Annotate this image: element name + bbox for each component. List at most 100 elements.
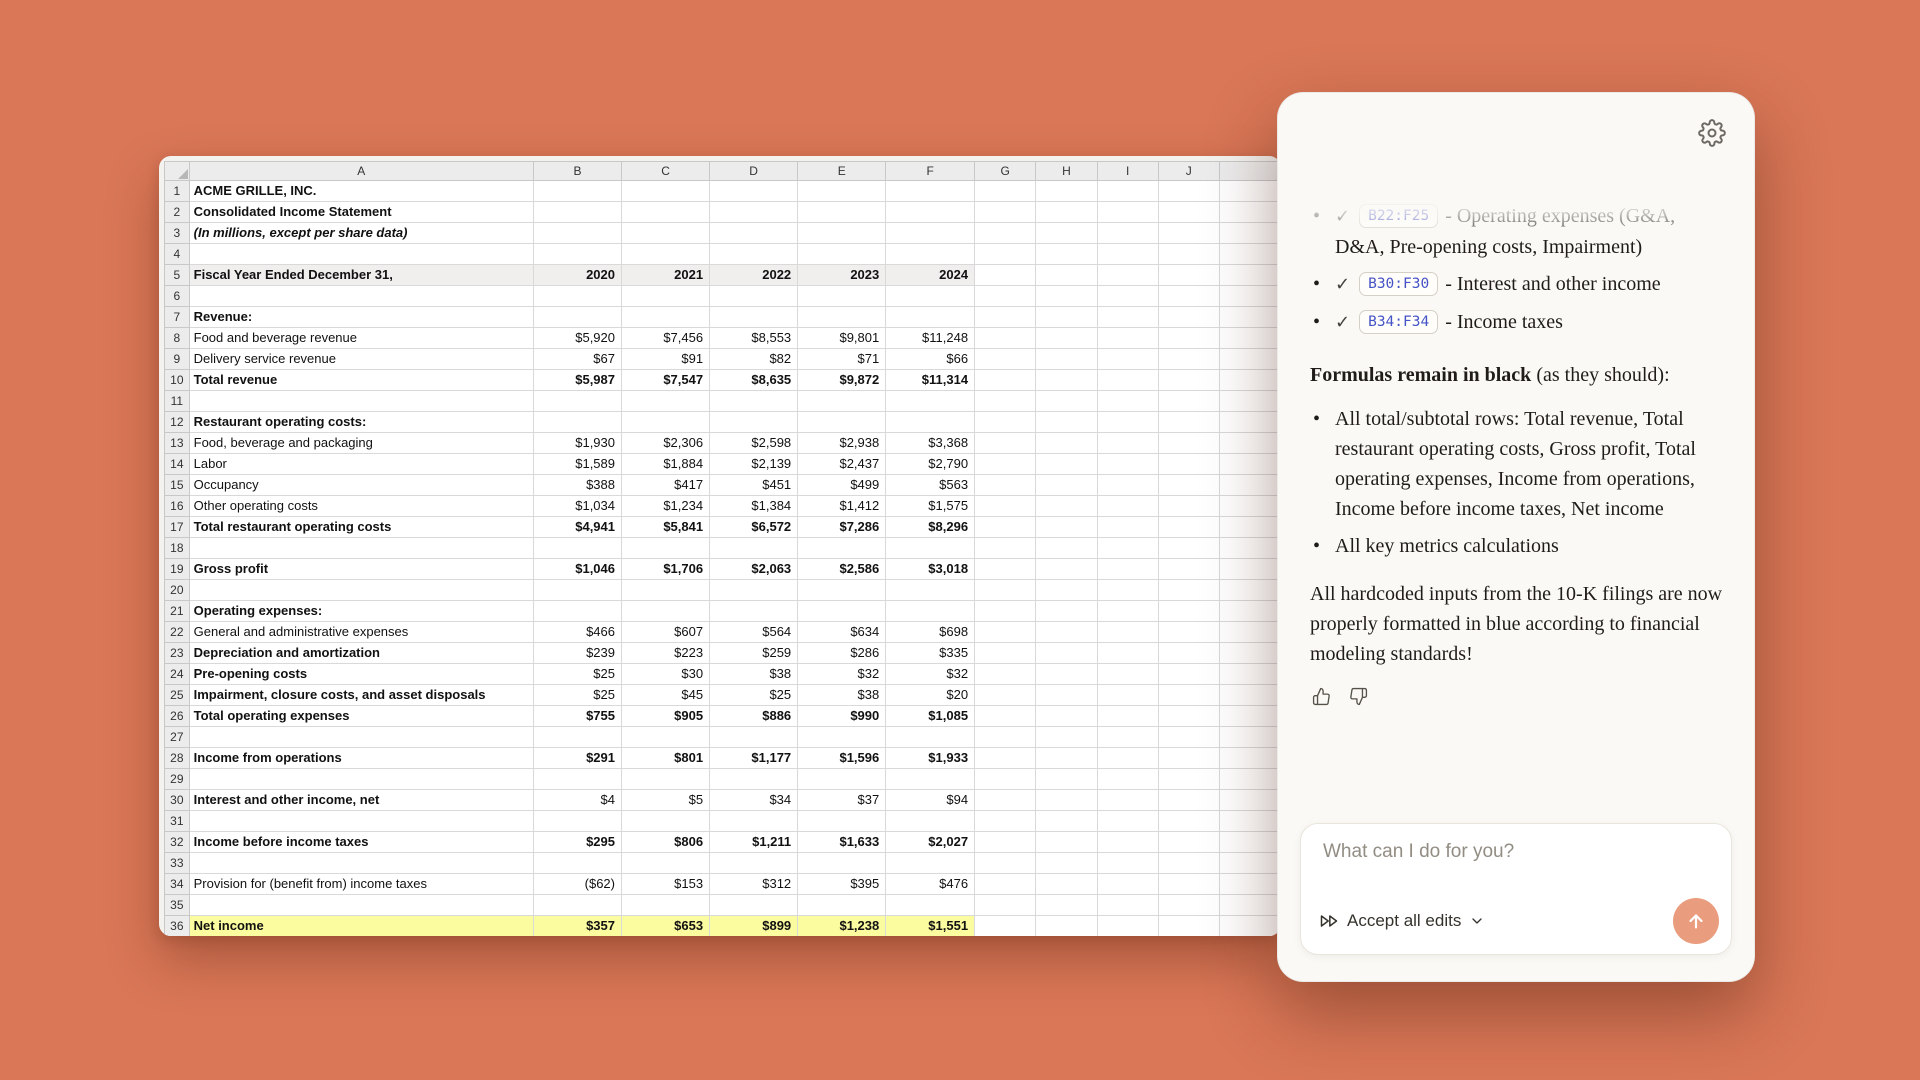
sheet-cell[interactable] bbox=[710, 769, 798, 790]
sheet-cell[interactable] bbox=[798, 391, 886, 412]
row-header-18[interactable]: 18 bbox=[165, 538, 190, 559]
sheet-cell[interactable] bbox=[1158, 181, 1219, 202]
sheet-cell[interactable] bbox=[1036, 727, 1097, 748]
sheet-cell[interactable]: Revenue: bbox=[189, 307, 533, 328]
sheet-cell[interactable] bbox=[1219, 685, 1280, 706]
sheet-cell[interactable] bbox=[975, 811, 1036, 832]
sheet-cell[interactable]: $1,884 bbox=[622, 454, 710, 475]
sheet-cell[interactable] bbox=[798, 307, 886, 328]
sheet-cell[interactable]: $563 bbox=[886, 475, 975, 496]
sheet-cell[interactable] bbox=[1036, 601, 1097, 622]
sheet-cell[interactable] bbox=[975, 349, 1036, 370]
sheet-cell[interactable] bbox=[975, 454, 1036, 475]
sheet-cell[interactable] bbox=[1097, 706, 1158, 727]
sheet-cell[interactable]: $8,553 bbox=[710, 328, 798, 349]
sheet-cell[interactable] bbox=[533, 223, 621, 244]
sheet-cell[interactable]: 2024 bbox=[886, 265, 975, 286]
sheet-cell[interactable] bbox=[710, 223, 798, 244]
sheet-cell[interactable]: $295 bbox=[533, 832, 621, 853]
row-header-31[interactable]: 31 bbox=[165, 811, 190, 832]
sheet-cell[interactable]: Pre-opening costs bbox=[189, 664, 533, 685]
sheet-cell[interactable] bbox=[1097, 727, 1158, 748]
sheet-cell[interactable] bbox=[1036, 853, 1097, 874]
row-header-6[interactable]: 6 bbox=[165, 286, 190, 307]
sheet-cell[interactable] bbox=[1158, 874, 1219, 895]
sheet-cell[interactable]: $2,598 bbox=[710, 433, 798, 454]
sheet-cell[interactable] bbox=[1097, 328, 1158, 349]
sheet-cell[interactable] bbox=[622, 727, 710, 748]
sheet-cell[interactable] bbox=[975, 853, 1036, 874]
sheet-cell[interactable] bbox=[1219, 601, 1280, 622]
sheet-cell[interactable] bbox=[189, 811, 533, 832]
sheet-cell[interactable] bbox=[1097, 433, 1158, 454]
sheet-cell[interactable] bbox=[1036, 181, 1097, 202]
sheet-cell[interactable]: (In millions, except per share data) bbox=[189, 223, 533, 244]
column-header-D[interactable]: D bbox=[710, 162, 798, 181]
sheet-cell[interactable] bbox=[1097, 517, 1158, 538]
sheet-cell[interactable] bbox=[975, 538, 1036, 559]
sheet-cell[interactable]: Interest and other income, net bbox=[189, 790, 533, 811]
sheet-cell[interactable] bbox=[975, 727, 1036, 748]
sheet-cell[interactable] bbox=[975, 580, 1036, 601]
sheet-cell[interactable]: Gross profit bbox=[189, 559, 533, 580]
sheet-cell[interactable] bbox=[710, 727, 798, 748]
sheet-cell[interactable] bbox=[1097, 832, 1158, 853]
sheet-cell[interactable]: $38 bbox=[710, 664, 798, 685]
sheet-cell[interactable] bbox=[975, 223, 1036, 244]
sheet-cell[interactable] bbox=[710, 286, 798, 307]
sheet-cell[interactable] bbox=[1036, 811, 1097, 832]
column-header-C[interactable]: C bbox=[622, 162, 710, 181]
sheet-cell[interactable] bbox=[1158, 286, 1219, 307]
sheet-cell[interactable] bbox=[1036, 496, 1097, 517]
sheet-cell[interactable] bbox=[975, 496, 1036, 517]
sheet-cell[interactable] bbox=[1036, 433, 1097, 454]
sheet-cell[interactable] bbox=[1097, 307, 1158, 328]
sheet-cell[interactable] bbox=[798, 580, 886, 601]
sheet-cell[interactable]: $71 bbox=[798, 349, 886, 370]
sheet-cell[interactable] bbox=[798, 286, 886, 307]
sheet-cell[interactable] bbox=[1158, 223, 1219, 244]
sheet-cell[interactable] bbox=[1219, 181, 1280, 202]
sheet-cell[interactable] bbox=[1158, 832, 1219, 853]
sheet-cell[interactable]: Food, beverage and packaging bbox=[189, 433, 533, 454]
sheet-cell[interactable]: $239 bbox=[533, 643, 621, 664]
sheet-cell[interactable]: Net income bbox=[189, 916, 533, 937]
sheet-cell[interactable] bbox=[622, 307, 710, 328]
sheet-cell[interactable] bbox=[798, 202, 886, 223]
row-header-3[interactable]: 3 bbox=[165, 223, 190, 244]
sheet-cell[interactable] bbox=[1219, 580, 1280, 601]
sheet-cell[interactable] bbox=[533, 769, 621, 790]
sheet-cell[interactable]: 2020 bbox=[533, 265, 621, 286]
sheet-cell[interactable] bbox=[1097, 223, 1158, 244]
sheet-cell[interactable] bbox=[533, 202, 621, 223]
sheet-cell[interactable]: $9,872 bbox=[798, 370, 886, 391]
sheet-cell[interactable]: $34 bbox=[710, 790, 798, 811]
sheet-cell[interactable] bbox=[533, 601, 621, 622]
sheet-cell[interactable]: $91 bbox=[622, 349, 710, 370]
sheet-cell[interactable] bbox=[1158, 559, 1219, 580]
sheet-cell[interactable] bbox=[1036, 328, 1097, 349]
sheet-cell[interactable]: $8,635 bbox=[710, 370, 798, 391]
sheet-cell[interactable] bbox=[1158, 475, 1219, 496]
sheet-cell[interactable] bbox=[622, 769, 710, 790]
sheet-cell[interactable]: $499 bbox=[798, 475, 886, 496]
sheet-cell[interactable] bbox=[1219, 286, 1280, 307]
sheet-cell[interactable] bbox=[1097, 454, 1158, 475]
row-header-29[interactable]: 29 bbox=[165, 769, 190, 790]
sheet-cell[interactable] bbox=[622, 223, 710, 244]
sheet-cell[interactable] bbox=[798, 853, 886, 874]
sheet-cell[interactable]: Occupancy bbox=[189, 475, 533, 496]
sheet-cell[interactable]: $94 bbox=[886, 790, 975, 811]
sheet-cell[interactable] bbox=[886, 853, 975, 874]
sheet-cell[interactable] bbox=[1219, 202, 1280, 223]
sheet-cell[interactable] bbox=[1097, 559, 1158, 580]
sheet-cell[interactable]: $2,437 bbox=[798, 454, 886, 475]
sheet-cell[interactable] bbox=[886, 181, 975, 202]
sheet-cell[interactable] bbox=[1219, 370, 1280, 391]
sheet-cell[interactable] bbox=[886, 727, 975, 748]
sheet-cell[interactable] bbox=[189, 580, 533, 601]
sheet-cell[interactable] bbox=[1158, 538, 1219, 559]
sheet-cell[interactable] bbox=[1158, 853, 1219, 874]
accept-all-edits-button[interactable]: Accept all edits bbox=[1313, 905, 1491, 937]
sheet-cell[interactable]: $1,234 bbox=[622, 496, 710, 517]
